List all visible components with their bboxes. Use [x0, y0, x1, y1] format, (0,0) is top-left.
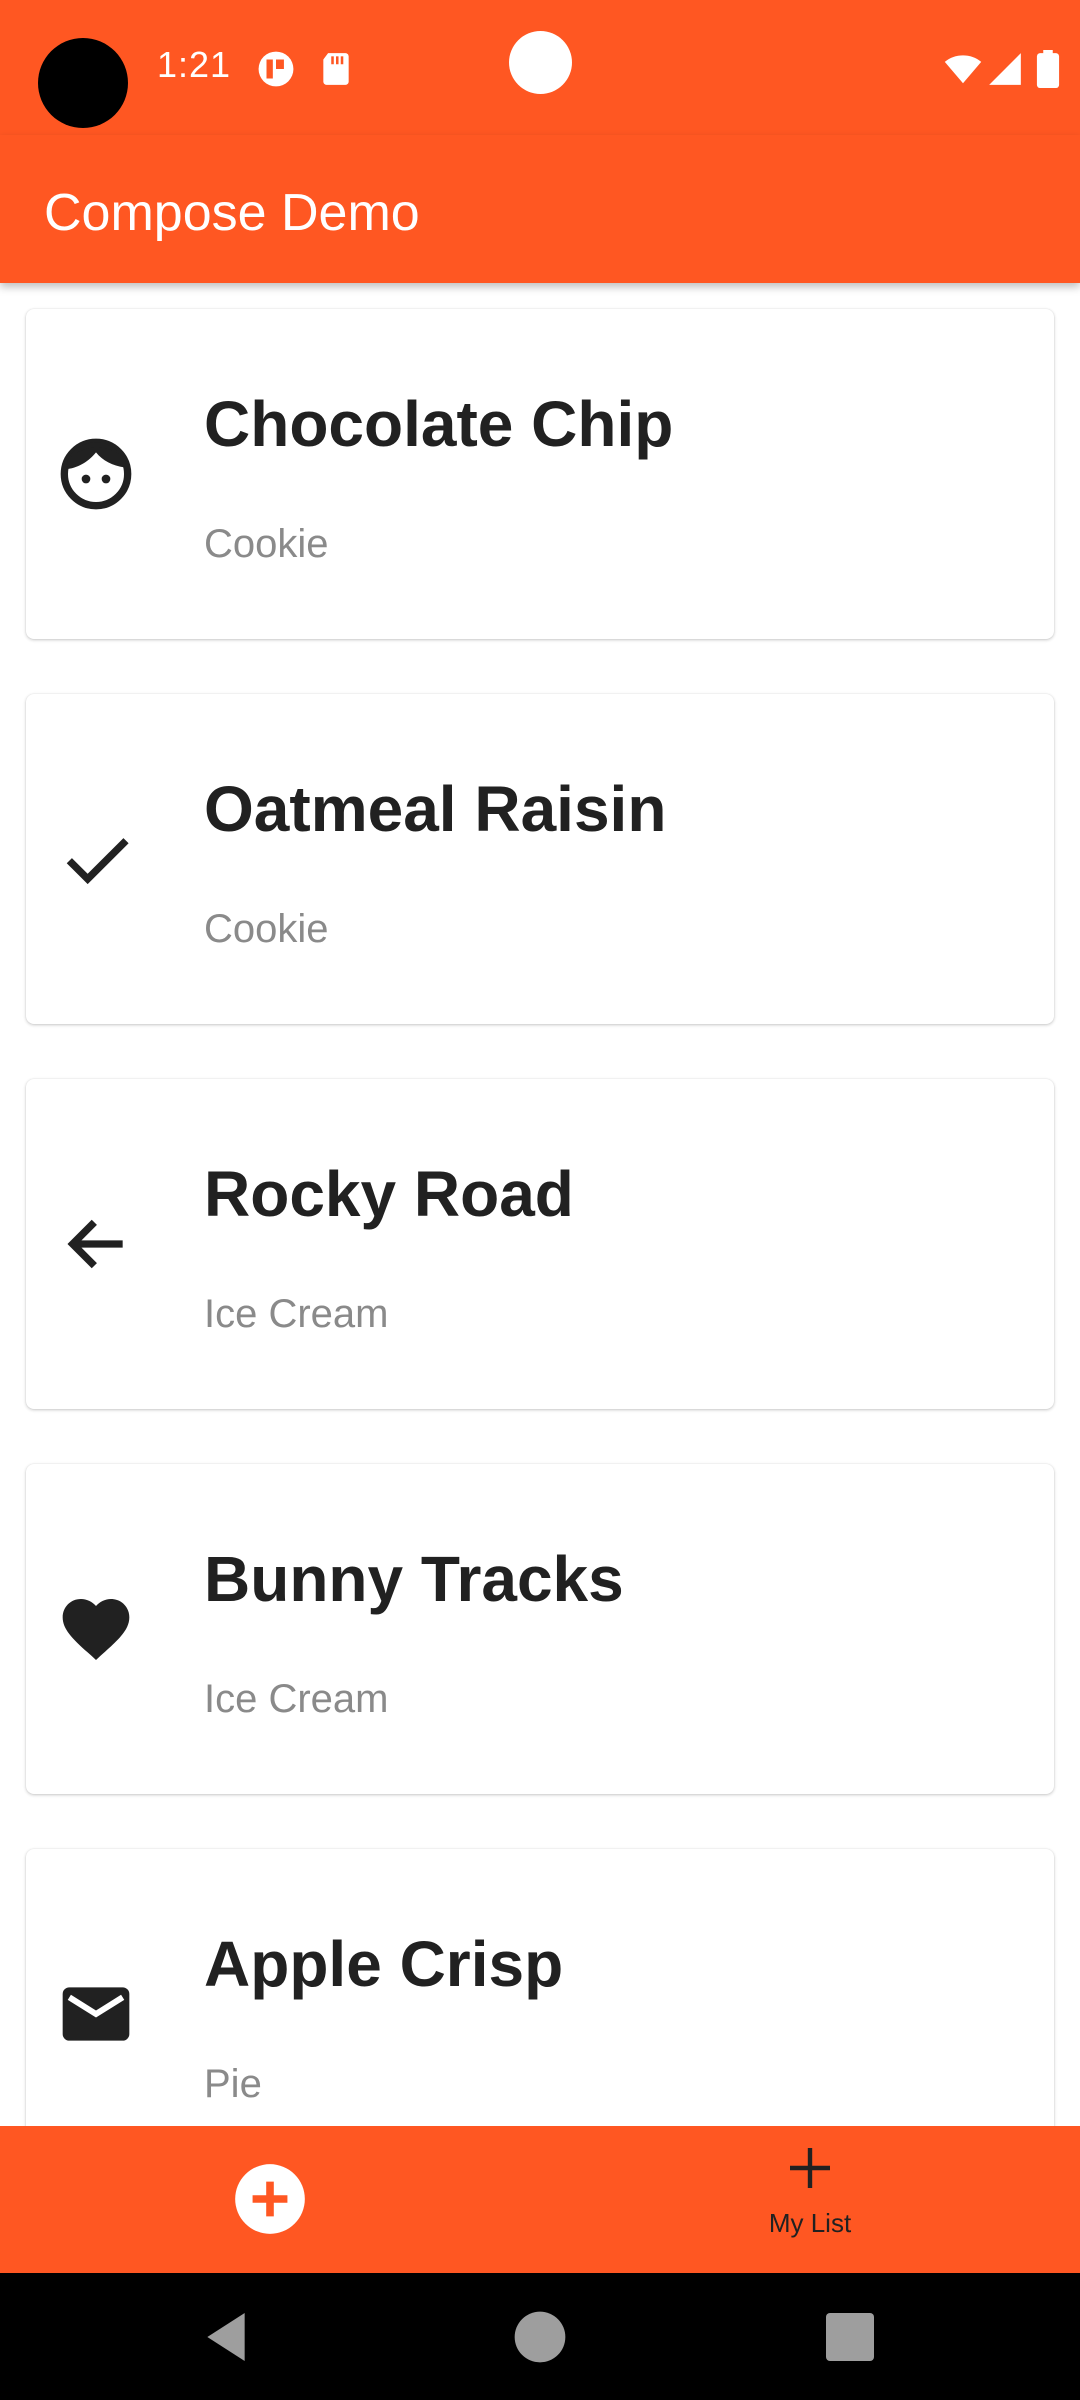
item-subtitle: Ice Cream [204, 1677, 389, 1721]
plus-icon [790, 2148, 830, 2188]
arrow-back-icon [67, 1219, 123, 1269]
battery-icon [1036, 50, 1060, 88]
my-list-label: My List [768, 2208, 852, 2238]
item-subtitle: Pie [204, 2062, 262, 2106]
my-list-button[interactable]: My List [740, 2140, 880, 2260]
back-icon[interactable] [194, 2305, 258, 2369]
signal-icon [989, 53, 1021, 85]
camera-cutout [38, 38, 128, 128]
sd-card-icon [323, 53, 349, 85]
item-subtitle: Ice Cream [204, 1292, 389, 1336]
item-title: Apple Crisp [204, 1928, 564, 2000]
list-item-card[interactable]: Rocky Road Ice Cream [26, 1079, 1054, 1409]
item-title: Rocky Road [204, 1158, 574, 1230]
item-list[interactable]: Chocolate Chip Cookie Oatmeal Raisin Coo… [0, 283, 1080, 2126]
list-item-card[interactable]: Chocolate Chip Cookie [26, 309, 1054, 639]
list-item-card[interactable]: Apple Crisp Pie [26, 1849, 1054, 2126]
status-time: 1:21 [157, 44, 232, 85]
item-subtitle: Cookie [204, 907, 329, 951]
wifi-icon [944, 55, 982, 84]
item-title: Chocolate Chip [204, 388, 674, 460]
heart-icon [62, 1599, 130, 1660]
face-icon [60, 438, 132, 510]
item-subtitle: Cookie [204, 522, 329, 566]
recents-icon[interactable] [818, 2305, 882, 2369]
list-item-card[interactable]: Oatmeal Raisin Cookie [26, 694, 1054, 1024]
t-notification-icon [258, 51, 294, 87]
system-navigation-bar [0, 2273, 1080, 2400]
mail-icon [62, 1987, 130, 2041]
app-title: Compose Demo [44, 184, 420, 242]
front-camera-notch [509, 31, 572, 94]
status-bar: 1:21 [0, 0, 1080, 135]
add-circle-icon[interactable] [232, 2161, 308, 2237]
bottom-navigation-bar: My List [0, 2126, 1080, 2273]
check-icon [66, 838, 129, 885]
top-app-bar: Compose Demo [0, 135, 1080, 283]
home-icon[interactable] [508, 2305, 572, 2369]
item-title: Oatmeal Raisin [204, 773, 667, 845]
list-item-card[interactable]: Bunny Tracks Ice Cream [26, 1464, 1054, 1794]
item-title: Bunny Tracks [204, 1543, 624, 1615]
